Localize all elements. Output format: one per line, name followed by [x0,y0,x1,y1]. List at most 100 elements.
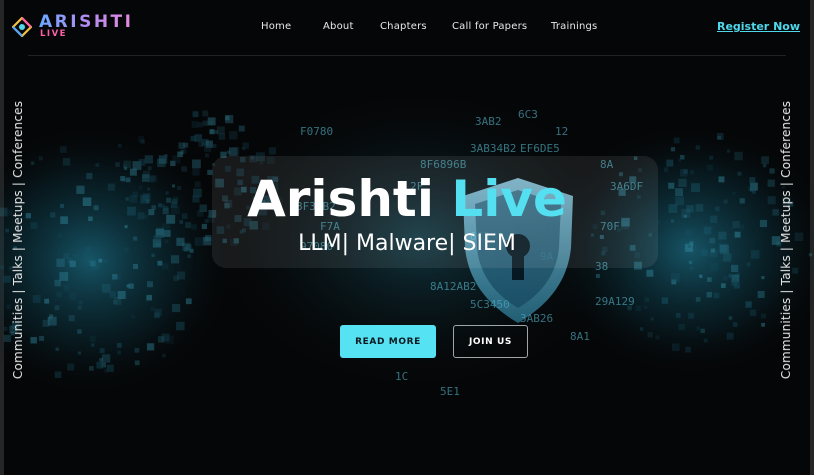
backdrop-pixel [69,260,76,268]
backdrop-pixel [77,329,82,334]
backdrop-pixel [202,120,209,126]
backdrop-pixel [706,291,713,298]
backdrop-pixel [162,353,166,358]
backdrop-pixel [268,147,277,155]
backdrop-code-fragment: 3AB34B2 [470,142,516,155]
backdrop-pixel [42,319,50,327]
backdrop-pixel [190,135,196,142]
hero-title-accent: Live [451,170,567,228]
backdrop-pixel [688,260,693,265]
nav-item-chapters[interactable]: Chapters [380,21,427,32]
backdrop-pixel [595,274,600,278]
backdrop-pixel [133,263,139,269]
backdrop-pixel [749,309,757,317]
backdrop-pixel [30,161,35,165]
backdrop-pixel [91,343,95,347]
logo-icon [12,17,32,37]
backdrop-pixel [102,284,111,293]
backdrop-pixel [180,149,185,155]
backdrop-pixel [3,334,11,342]
backdrop-pixel [3,275,11,283]
backdrop-pixel [138,158,146,166]
backdrop-pixel [204,153,210,158]
read-more-button[interactable]: READ MORE [340,325,436,358]
brand-sub: LIVE [40,29,67,39]
backdrop-pixel [172,155,181,164]
backdrop-pixel [760,313,767,319]
backdrop-pixel [89,336,96,343]
backdrop-pixel [161,263,169,270]
backdrop-pixel [670,147,676,152]
backdrop-pixel [109,291,117,298]
backdrop-pixel [216,126,225,135]
backdrop-pixel [761,322,765,327]
hero-title: Arishti Live [0,170,814,228]
backdrop-pixel [696,326,701,331]
backdrop-pixel [640,327,644,331]
backdrop-pixel [761,276,765,280]
backdrop-pixel [212,144,217,148]
backdrop-pixel [720,283,726,288]
backdrop-pixel [191,121,199,128]
nav-item-call-for-papers[interactable]: Call for Papers [452,21,527,32]
backdrop-pixel [59,272,69,281]
backdrop-pixel [104,259,108,264]
backdrop-pixel [30,337,37,344]
hero-subtitle: LLM| Malware| SIEM [298,231,516,256]
backdrop-pixel [635,305,642,312]
hero-title-main: Arishti [247,170,434,228]
backdrop-pixel [214,130,219,134]
backdrop-pixel [56,292,62,298]
backdrop-code-fragment: 1C [395,370,408,383]
backdrop-pixel [238,125,245,132]
backdrop-pixel [646,269,654,277]
backdrop-pixel [192,159,201,169]
backdrop-pixel [707,277,712,282]
backdrop-pixel [140,139,145,144]
backdrop-pixel [734,151,743,161]
backdrop-pixel [726,149,731,153]
backdrop-pixel [700,328,705,334]
backdrop-pixel [117,275,122,280]
backdrop-pixel [95,163,100,168]
backdrop-pixel [59,146,67,153]
backdrop-pixel [678,323,685,331]
backdrop-pixel [98,258,103,263]
nav-item-about[interactable]: About [323,21,354,32]
backdrop-pixel [695,297,701,302]
backdrop-pixel [123,164,127,168]
backdrop-pixel [54,279,61,287]
backdrop-pixel [115,162,120,167]
backdrop-pixel [225,115,234,124]
backdrop-pixel [202,110,209,117]
backdrop-pixel [703,338,708,343]
backdrop-pixel [644,297,649,303]
backdrop-pixel [670,273,680,283]
nav-item-home[interactable]: Home [261,21,291,32]
backdrop-pixel [713,292,720,299]
backdrop-pixel [685,346,691,353]
backdrop-pixel [44,298,50,304]
backdrop-pixel [54,371,62,379]
backdrop-pixel [117,143,122,148]
backdrop-pixel [176,321,185,331]
header-divider [28,55,786,56]
backdrop-pixel [746,302,751,307]
backdrop-pixel [173,275,179,281]
backdrop-pixel [666,159,674,167]
backdrop-pixel [183,142,189,148]
join-us-button[interactable]: JOIN US [453,325,528,358]
backdrop-pixel [150,306,155,312]
backdrop-pixel [77,305,82,310]
backdrop-pixel [117,350,121,355]
backdrop-pixel [55,347,59,351]
backdrop-pixel [144,155,153,164]
backdrop-code-fragment: 8A1 [570,330,590,343]
backdrop-pixel [675,313,681,318]
backdrop-pixel [203,144,212,153]
backdrop-pixel [717,135,722,140]
backdrop-code-fragment: EF6DE5 [520,142,560,155]
register-now-link[interactable]: Register Now [717,20,800,33]
backdrop-pixel [68,315,75,322]
nav-item-trainings[interactable]: Trainings [551,21,597,32]
